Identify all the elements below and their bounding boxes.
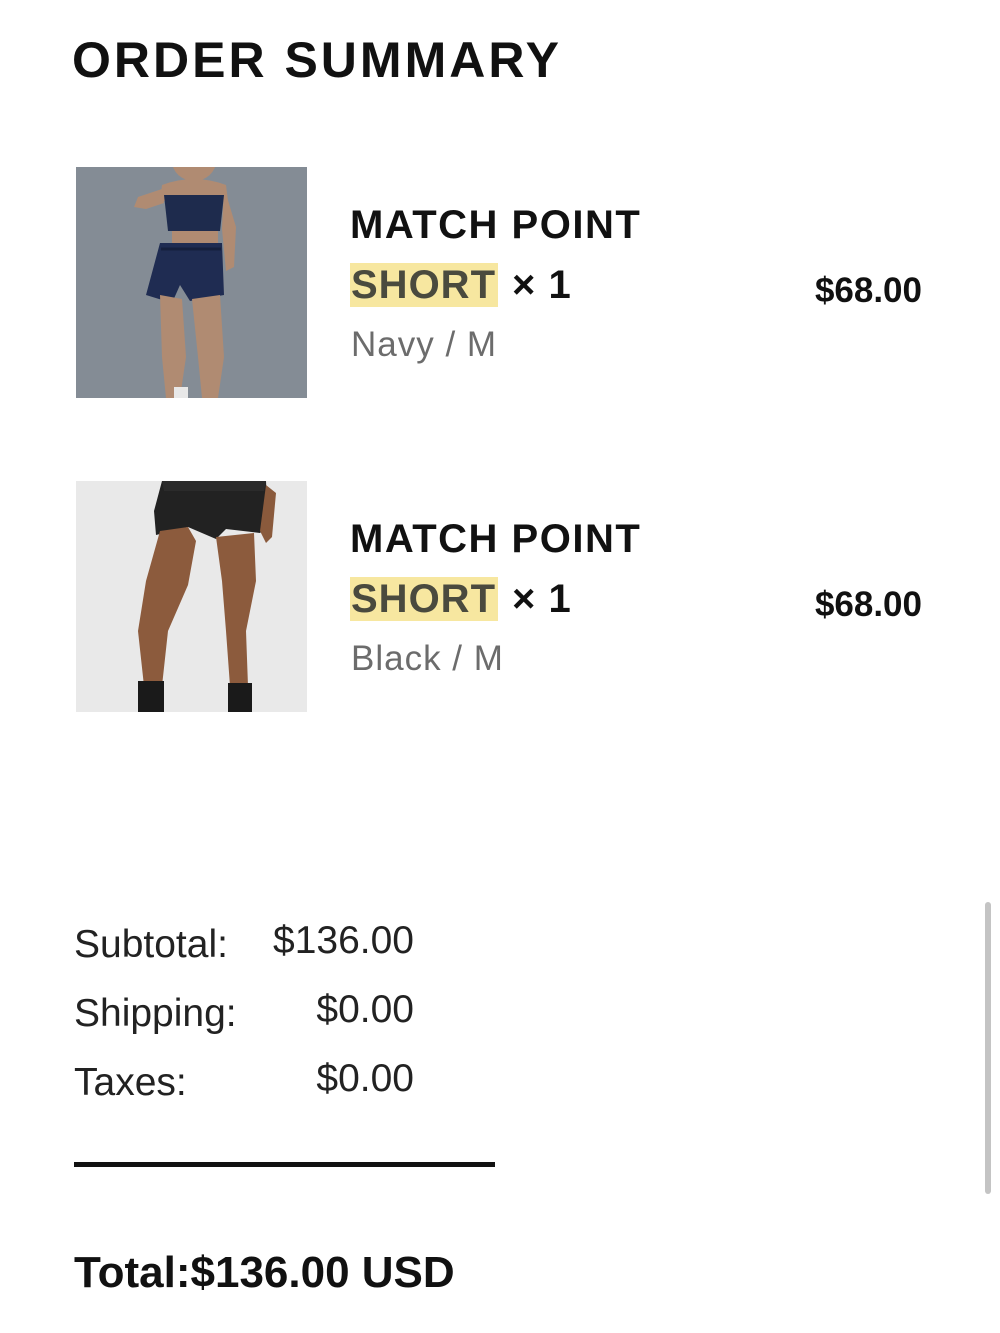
item-price: $68.00 — [814, 585, 922, 624]
item-quantity: × 1 — [512, 263, 572, 307]
item-price: $68.00 — [814, 271, 922, 310]
shipping-label: Shipping: — [74, 992, 237, 1035]
order-item: MATCH POINT SHORT × 1 Navy / M $68.00 — [0, 166, 1000, 398]
subtotal-row: Subtotal: $136.00 — [74, 916, 494, 985]
item-quantity: × 1 — [512, 577, 572, 621]
highlighted-text: SHORT — [350, 577, 498, 621]
subtotal-value: $136.00 — [273, 919, 414, 962]
item-name-line2: SHORT × 1 — [350, 576, 572, 622]
item-name: MATCH POINT — [350, 517, 642, 561]
total-label: Total: — [74, 1248, 191, 1297]
item-variant: Black / M — [351, 639, 504, 678]
total-value: $136.00 USD — [190, 1248, 455, 1297]
subtotal-label: Subtotal: — [74, 923, 228, 966]
item-name: MATCH POINT — [350, 203, 642, 247]
shipping-value: $0.00 — [316, 988, 414, 1031]
highlighted-text: SHORT — [350, 263, 498, 307]
order-summary-page: ORDER SUMMARY MATCH POINT SHORT × 1 Navy… — [0, 0, 1000, 1333]
total-row: Total:$136.00 USD — [74, 1246, 455, 1300]
totals-section: Subtotal: $136.00 Shipping: $0.00 Taxes:… — [74, 916, 494, 1123]
shipping-row: Shipping: $0.00 — [74, 985, 494, 1054]
order-item: MATCH POINT SHORT × 1 Black / M $68.00 — [0, 480, 1000, 712]
page-title: ORDER SUMMARY — [72, 32, 562, 88]
product-image — [76, 167, 307, 398]
item-variant: Navy / M — [351, 325, 498, 364]
divider — [74, 1162, 495, 1167]
taxes-label: Taxes: — [74, 1061, 187, 1104]
product-image — [76, 481, 307, 712]
scrollbar[interactable] — [985, 902, 991, 1194]
item-name-line2: SHORT × 1 — [350, 262, 572, 308]
taxes-row: Taxes: $0.00 — [74, 1054, 494, 1123]
taxes-value: $0.00 — [316, 1057, 414, 1100]
